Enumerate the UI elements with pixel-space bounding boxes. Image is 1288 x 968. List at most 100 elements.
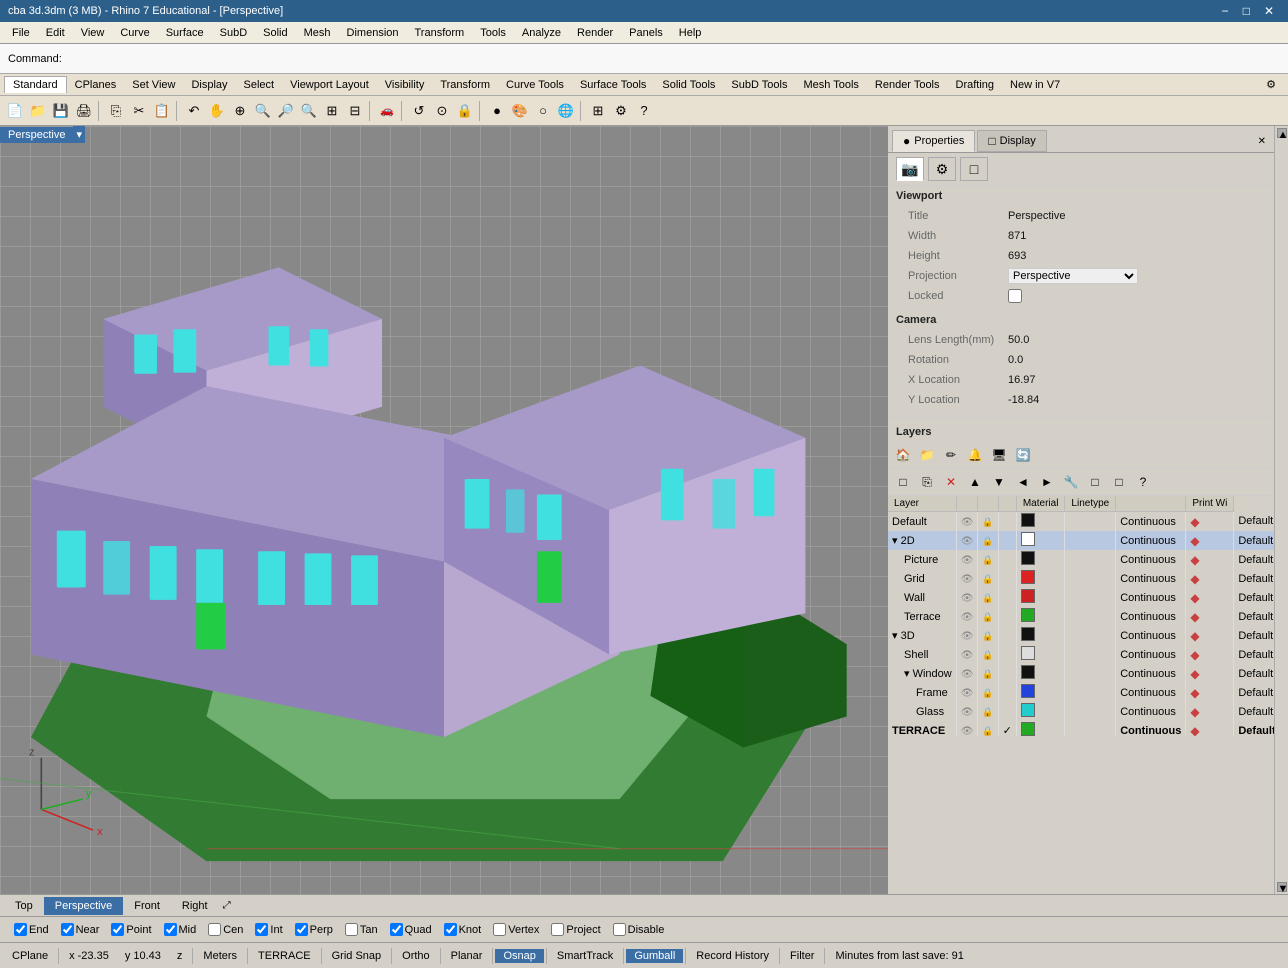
planar-btn[interactable]: Planar: [443, 949, 491, 963]
zoom-sel-icon[interactable]: ⊞: [321, 100, 343, 122]
snap-quad-checkbox[interactable]: [390, 923, 403, 936]
viewport-dropdown[interactable]: ▾: [73, 126, 85, 143]
tab-new-in-v7[interactable]: New in V7: [1002, 77, 1068, 93]
snap-near-checkbox[interactable]: [61, 923, 74, 936]
layer-color-cell[interactable]: [1016, 721, 1065, 736]
layer-visible-cell[interactable]: 👁: [956, 683, 978, 702]
command-input[interactable]: [66, 50, 666, 68]
layer-row[interactable]: ▾ Window👁🔒Continuous◆Default: [888, 664, 1274, 683]
menu-tools[interactable]: Tools: [472, 25, 514, 41]
ortho-btn[interactable]: Ortho: [394, 949, 438, 963]
layer-lock-cell[interactable]: 🔒: [978, 512, 998, 532]
globe-icon[interactable]: 🌐: [555, 100, 577, 122]
layer-lock-cell[interactable]: 🔒: [978, 531, 998, 550]
layer-lock-cell[interactable]: 🔒: [978, 569, 998, 588]
snap-vertex-checkbox[interactable]: [493, 923, 506, 936]
menu-curve[interactable]: Curve: [112, 25, 157, 41]
layer-lock-cell[interactable]: 🔒: [978, 607, 998, 626]
open-icon[interactable]: 📁: [27, 100, 49, 122]
tab-select[interactable]: Select: [236, 77, 283, 93]
menu-analyze[interactable]: Analyze: [514, 25, 569, 41]
menu-help[interactable]: Help: [671, 25, 710, 41]
rotate-icon[interactable]: ↺: [408, 100, 430, 122]
layer-new-btn[interactable]: □: [892, 471, 914, 493]
material-icon[interactable]: ●: [486, 100, 508, 122]
menu-edit[interactable]: Edit: [38, 25, 73, 41]
layer-row[interactable]: Glass👁🔒Continuous◆Default: [888, 702, 1274, 721]
snap-icon[interactable]: ⊙: [431, 100, 453, 122]
layer-row[interactable]: TERRACE👁🔒✓Continuous◆Default: [888, 721, 1274, 736]
tab-cplanes[interactable]: CPlanes: [67, 77, 125, 93]
zoom-in-icon[interactable]: 🔎: [275, 100, 297, 122]
tab-solid-tools[interactable]: Solid Tools: [654, 77, 723, 93]
layer-something2-btn[interactable]: □: [1108, 471, 1130, 493]
menu-surface[interactable]: Surface: [158, 25, 212, 41]
tab-render-tools[interactable]: Render Tools: [867, 77, 948, 93]
subtab-camera[interactable]: 📷: [896, 157, 924, 181]
layer-visible-cell[interactable]: 👁: [956, 588, 978, 607]
layer-visible-cell[interactable]: 👁: [956, 512, 978, 532]
layer-visible-cell[interactable]: 👁: [956, 645, 978, 664]
tab-viewport-layout[interactable]: Viewport Layout: [282, 77, 377, 93]
record-history-btn[interactable]: Record History: [688, 949, 777, 963]
vp-tab-perspective[interactable]: Perspective: [44, 897, 123, 915]
layer-lock-cell[interactable]: 🔒: [978, 664, 998, 683]
layer-visible-cell[interactable]: 👁: [956, 626, 978, 645]
viewport[interactable]: Perspective ▾: [0, 126, 888, 894]
settings-icon[interactable]: ⚙: [1258, 76, 1284, 93]
layer-right-btn[interactable]: ►: [1036, 471, 1058, 493]
layers-refresh-btn[interactable]: 🔄: [1012, 444, 1034, 466]
close-button[interactable]: ✕: [1258, 4, 1280, 18]
tab-surface-tools[interactable]: Surface Tools: [572, 77, 654, 93]
snap-point-checkbox[interactable]: [111, 923, 124, 936]
copy-icon[interactable]: ⎘: [105, 100, 127, 122]
layer-lock-cell[interactable]: 🔒: [978, 683, 998, 702]
print-icon[interactable]: 🖨: [73, 100, 95, 122]
layer-color-cell[interactable]: [1016, 683, 1065, 702]
snap-knot-checkbox[interactable]: [444, 923, 457, 936]
new-icon[interactable]: 📄: [4, 100, 26, 122]
prop-projection[interactable]: Projection Perspective Parallel Two-Poin…: [888, 266, 1274, 286]
menu-transform[interactable]: Transform: [407, 25, 473, 41]
layer-visible-cell[interactable]: 👁: [956, 607, 978, 626]
layer-up-btn[interactable]: ▲: [964, 471, 986, 493]
layer-left-btn[interactable]: ◄: [1012, 471, 1034, 493]
tab-display[interactable]: □ Display: [977, 130, 1046, 152]
layers-icon[interactable]: ⊞: [587, 100, 609, 122]
snap-mid-checkbox[interactable]: [164, 923, 177, 936]
layer-color-cell[interactable]: [1016, 702, 1065, 721]
layer-help-btn[interactable]: ?: [1132, 471, 1154, 493]
pan-icon[interactable]: ✋: [206, 100, 228, 122]
layer-filter-btn[interactable]: 🔧: [1060, 471, 1082, 493]
menu-mesh[interactable]: Mesh: [296, 25, 339, 41]
layer-color-cell[interactable]: [1016, 512, 1065, 532]
layer-color-cell[interactable]: [1016, 626, 1065, 645]
cplane-label[interactable]: CPlane: [4, 949, 56, 963]
menu-view[interactable]: View: [73, 25, 113, 41]
layer-visible-cell[interactable]: 👁: [956, 702, 978, 721]
menu-render[interactable]: Render: [569, 25, 621, 41]
viewport-expand-btn[interactable]: ⤢: [219, 898, 235, 913]
tab-standard[interactable]: Standard: [4, 76, 67, 93]
layers-bell-btn[interactable]: 🔔: [964, 444, 986, 466]
properties-icon[interactable]: ⚙: [610, 100, 632, 122]
layer-row[interactable]: Default👁🔒Continuous◆Default: [888, 512, 1274, 532]
snap-cen-checkbox[interactable]: [208, 923, 221, 936]
layer-row[interactable]: Picture👁🔒Continuous◆Default: [888, 550, 1274, 569]
vp-tab-top[interactable]: Top: [4, 897, 44, 915]
subtab-object[interactable]: ⚙: [928, 157, 956, 181]
layer-visible-cell[interactable]: 👁: [956, 569, 978, 588]
tab-subd-tools[interactable]: SubD Tools: [723, 77, 795, 93]
layer-color-cell[interactable]: [1016, 531, 1065, 550]
paste-icon[interactable]: 📋: [151, 100, 173, 122]
layer-visible-cell[interactable]: 👁: [956, 531, 978, 550]
layer-color-cell[interactable]: [1016, 664, 1065, 683]
tab-drafting[interactable]: Drafting: [948, 77, 1003, 93]
smarttrack-btn[interactable]: SmartTrack: [549, 949, 621, 963]
scroll-down-btn[interactable]: ▼: [1277, 882, 1287, 892]
layer-color-cell[interactable]: [1016, 645, 1065, 664]
layer-row[interactable]: Wall👁🔒Continuous◆Default: [888, 588, 1274, 607]
tab-transform[interactable]: Transform: [432, 77, 498, 93]
zoom-win-icon[interactable]: 🔍: [252, 100, 274, 122]
layer-table-container[interactable]: Layer Material Linetype Print Wi: [888, 496, 1274, 736]
